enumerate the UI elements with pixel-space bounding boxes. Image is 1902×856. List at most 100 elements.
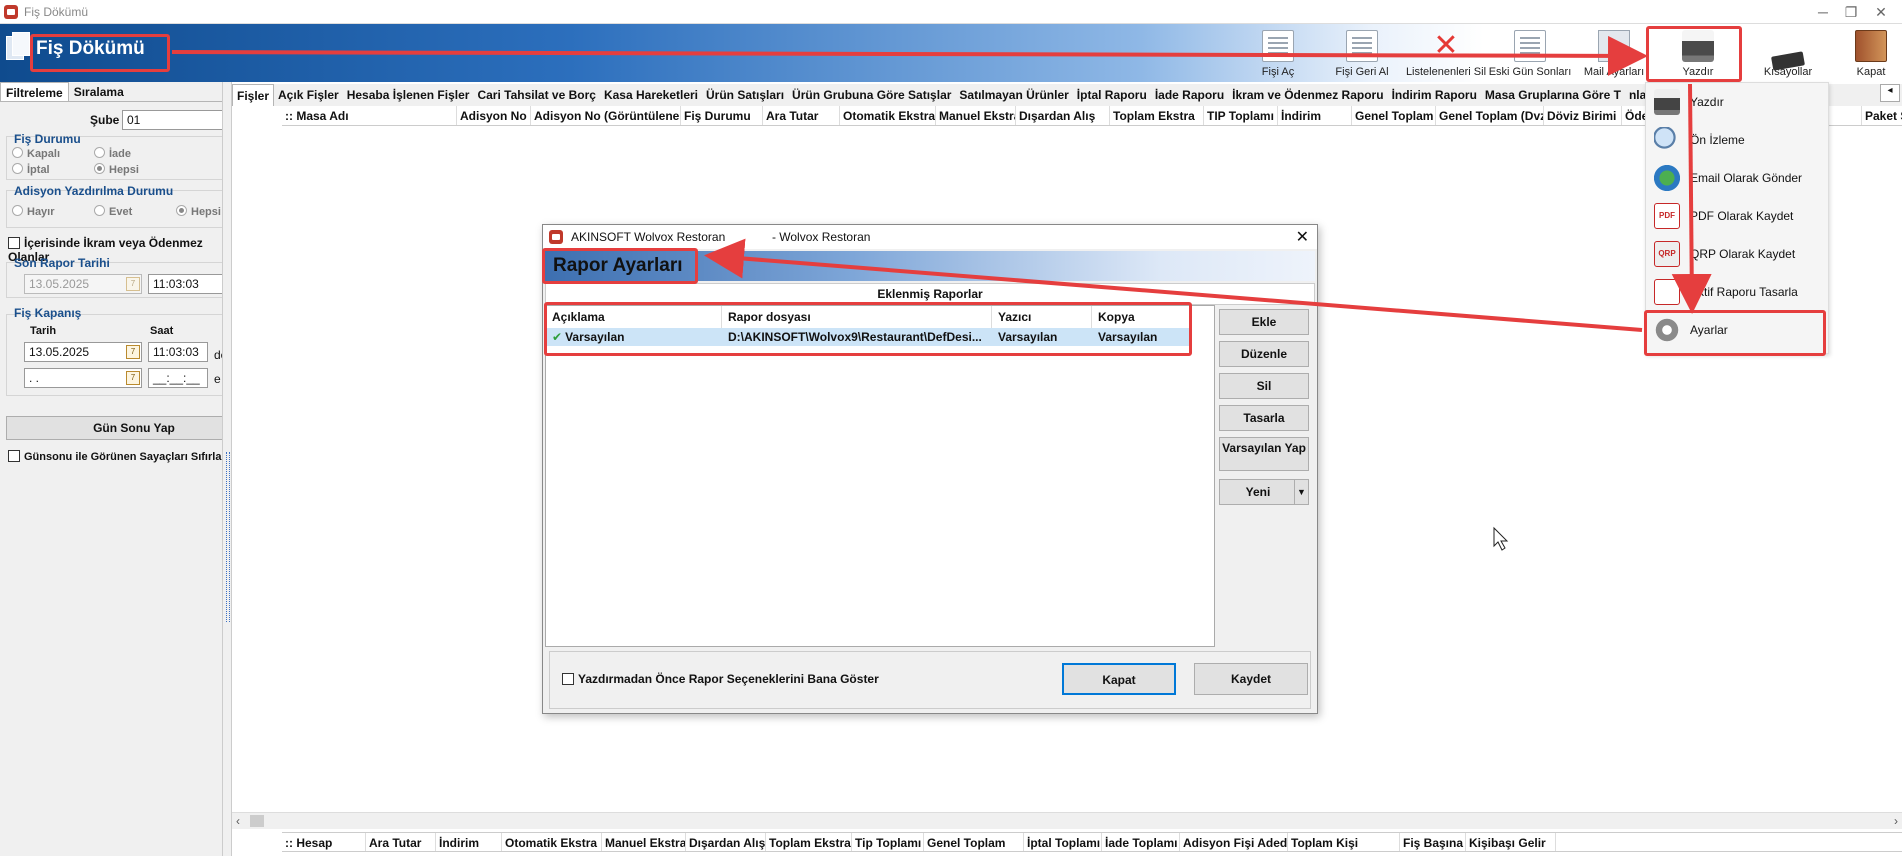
grid-col-11[interactable]: Genel Toplam [1352, 106, 1436, 125]
app-icon [549, 230, 563, 244]
grid-col-5[interactable]: Otomatik Ekstra [840, 106, 936, 125]
tab-report-1[interactable]: Açık Fişler [274, 84, 343, 106]
grid-col-2[interactable]: Adisyon No (Görüntülenen) [531, 106, 681, 125]
grid-col-1[interactable]: Adisyon No [457, 106, 531, 125]
summary-col-6[interactable]: Toplam Ekstra [766, 833, 852, 851]
grid-col-7[interactable]: Dışardan Alış [1016, 106, 1110, 125]
minimize-button[interactable]: ─ [1808, 2, 1838, 22]
close-window-button[interactable]: ✕ [1866, 2, 1896, 22]
radio-hayir[interactable]: Hayır [12, 204, 55, 218]
summary-col-9[interactable]: İptal Toplamı [1024, 833, 1102, 851]
tab-report-10[interactable]: İkram ve Ödenmez Raporu [1228, 84, 1387, 106]
radio-iptal[interactable]: İptal [12, 162, 50, 176]
menu-item-qrp-olarak-kaydet[interactable]: QRP QRP Olarak Kaydet [1646, 235, 1828, 273]
kapat-button[interactable]: Kapat [1062, 663, 1176, 695]
kapat-toolbar-button[interactable]: Kapat [1836, 24, 1902, 82]
summary-col-5[interactable]: Dışardan Alış [686, 833, 766, 851]
mail-ayarlari-button[interactable]: Mail Ayarları [1572, 24, 1656, 82]
kapanis-end-date[interactable]: . . [24, 368, 142, 388]
summary-col-0[interactable]: :: Hesap [282, 833, 366, 851]
tasarla-button[interactable]: Tasarla [1219, 405, 1309, 431]
document-icon [1262, 30, 1294, 62]
summary-col-8[interactable]: Genel Toplam [924, 833, 1024, 851]
tab-report-11[interactable]: İndirim Raporu [1388, 84, 1481, 106]
close-icon[interactable]: ✕ [1296, 227, 1309, 247]
radio-hepsi-durum[interactable]: Hepsi [94, 162, 139, 176]
panel-splitter[interactable] [222, 82, 232, 856]
tab-siralama[interactable]: Sıralama [69, 82, 129, 101]
sil-button[interactable]: Sil [1219, 373, 1309, 399]
grid-col-3[interactable]: Fiş Durumu [681, 106, 763, 125]
menu-item--n-i-zleme[interactable]: Ön İzleme [1646, 121, 1828, 159]
duzenle-button[interactable]: Düzenle [1219, 341, 1309, 367]
tab-report-4[interactable]: Kasa Hareketleri [600, 84, 702, 106]
summary-col-7[interactable]: Tip Toplamı [852, 833, 924, 851]
saat-label: Saat [150, 325, 174, 337]
tab-report-0[interactable]: Fişler [232, 84, 275, 106]
grid-col-6[interactable]: Manuel Ekstra [936, 106, 1016, 125]
radio-kapali[interactable]: Kapalı [12, 146, 60, 160]
listelenenleri-sil-button[interactable]: ✕ Listelenenleri Sil [1404, 24, 1488, 82]
son-rapor-time-field: 11:03:03 [148, 274, 226, 294]
calendar-icon[interactable]: 7 [126, 345, 140, 359]
kapanis-end-time[interactable]: __:__:__ [148, 368, 208, 388]
summary-col-2[interactable]: İndirim [436, 833, 502, 851]
grid-col-16[interactable]: Paket Servis [1862, 106, 1902, 125]
menu-item-yazd-r[interactable]: Yazdır [1646, 83, 1828, 121]
grid-col-9[interactable]: TIP Toplamı [1204, 106, 1278, 125]
chevron-down-icon[interactable]: ▼ [1294, 480, 1308, 504]
radio-evet[interactable]: Evet [94, 204, 132, 218]
summary-col-4[interactable]: Manuel Ekstra [602, 833, 686, 851]
tab-report-5[interactable]: Ürün Satışları [702, 84, 788, 106]
kisayollar-button[interactable]: Kısayollar [1740, 24, 1836, 82]
menu-item-email-olarak-g-nder[interactable]: Email Olarak Gönder [1646, 159, 1828, 197]
qrp-icon: QRP [1654, 241, 1680, 267]
tab-report-8[interactable]: İptal Raporu [1073, 84, 1151, 106]
menu-item-pdf-olarak-kaydet[interactable]: PDF PDF Olarak Kaydet [1646, 197, 1828, 235]
summary-col-13[interactable]: Fiş Başına Gelir [1400, 833, 1466, 851]
summary-col-10[interactable]: İade Toplamı [1102, 833, 1180, 851]
tab-report-7[interactable]: Satılmayan Ürünler [955, 84, 1072, 106]
tab-report-2[interactable]: Hesaba İşlenen Fişler [343, 84, 474, 106]
summary-col-14[interactable]: Kişibaşı Gelir [1466, 833, 1556, 851]
grid-col-4[interactable]: Ara Tutar [763, 106, 840, 125]
radio-iade[interactable]: İade [94, 146, 131, 160]
calendar-icon[interactable]: 7 [126, 371, 140, 385]
reset-counters-checkbox[interactable]: Günsonu ile Görünen Sayaçları Sıfırla [8, 450, 221, 463]
summary-col-12[interactable]: Toplam Kişi [1288, 833, 1400, 851]
grid-col-13[interactable]: Döviz Birimi [1544, 106, 1622, 125]
kaydet-button[interactable]: Kaydet [1194, 663, 1308, 695]
grid-col-10[interactable]: İndirim [1278, 106, 1352, 125]
show-options-checkbox[interactable]: Yazdırmadan Önce Rapor Seçeneklerini Ban… [562, 672, 879, 686]
grid-col-8[interactable]: Toplam Ekstra [1110, 106, 1204, 125]
tab-report-9[interactable]: İade Raporu [1151, 84, 1228, 106]
tab-report-12[interactable]: Masa Gruplarına Göre T [1481, 84, 1625, 106]
menu-item-aktif-raporu-tasarla[interactable]: Aktif Raporu Tasarla [1646, 273, 1828, 311]
door-icon [1855, 30, 1887, 62]
kapanis-start-time[interactable]: 11:03:03 [148, 342, 208, 362]
tab-report-3[interactable]: Cari Tahsilat ve Borç [473, 84, 600, 106]
summary-col-3[interactable]: Otomatik Ekstra [502, 833, 602, 851]
varsayilan-yap-button[interactable]: Varsayılan Yap [1219, 437, 1309, 471]
summary-col-1[interactable]: Ara Tutar [366, 833, 436, 851]
yeni-button[interactable]: Yeni ▼ [1219, 479, 1309, 505]
radio-hepsi-yazdirilma[interactable]: Hepsi [176, 204, 221, 218]
restore-button[interactable]: ❐ [1836, 2, 1866, 22]
annotation-box-report-row [544, 302, 1192, 356]
fisi-ac-button[interactable]: Fişi Aç [1236, 24, 1320, 82]
rapor-ayarlari-dialog: AKINSOFT Wolvox Restoran - Wolvox Restor… [542, 224, 1318, 714]
grid-col-12[interactable]: Genel Toplam (Dvz) [1436, 106, 1544, 125]
tab-filtreleme[interactable]: Filtreleme [0, 82, 69, 101]
ekle-button[interactable]: Ekle [1219, 309, 1309, 335]
scroll-thumb[interactable] [250, 815, 264, 827]
tab-report-6[interactable]: Ürün Grubuna Göre Satışlar [788, 84, 955, 106]
chevron-right-icon[interactable]: › [1894, 814, 1898, 828]
horizontal-scrollbar[interactable]: ‹ › [232, 812, 1902, 829]
summary-col-11[interactable]: Adisyon Fişi Adedi [1180, 833, 1288, 851]
tabs-scroll-left-button[interactable]: ◂ [1880, 84, 1900, 102]
chevron-left-icon[interactable]: ‹ [236, 814, 240, 828]
grid-col-0[interactable]: :: Masa Adı [282, 106, 457, 125]
eski-gun-sonlari-button[interactable]: Eski Gün Sonları [1488, 24, 1572, 82]
kapanis-start-date[interactable]: 13.05.2025 [24, 342, 142, 362]
fisi-geri-al-button[interactable]: Fişi Geri Al [1320, 24, 1404, 82]
